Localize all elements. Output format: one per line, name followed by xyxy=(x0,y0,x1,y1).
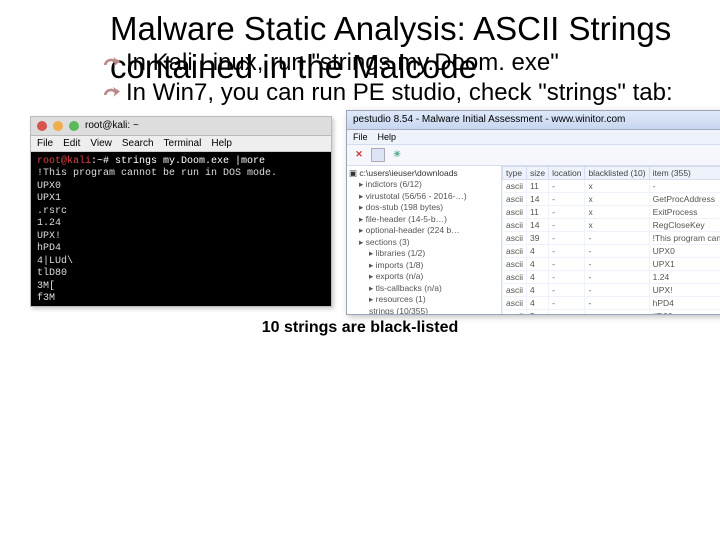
terminal-line: UPX1 xyxy=(37,193,325,206)
col-blacklist[interactable]: blacklisted (10) xyxy=(585,166,649,179)
terminal-line: 4|LUd\ xyxy=(37,256,325,269)
tree-item[interactable]: ▸ resources (1) xyxy=(349,294,499,305)
tree-item[interactable]: ▸ optional-header (224 b… xyxy=(349,225,499,236)
bullet-list: In Kali Linux, run "strings my.Doom. exe… xyxy=(102,48,690,108)
terminal-line: UPX0 xyxy=(37,181,325,194)
pe-path: c:\users\ieuser\downloads xyxy=(359,168,457,178)
menu-terminal[interactable]: Terminal xyxy=(164,138,202,149)
pe-toolbar: ✕ ☀ xyxy=(347,145,720,166)
table-row[interactable]: ascii4--hPD4 xyxy=(503,296,720,309)
refresh-icon[interactable]: ☀ xyxy=(391,149,403,161)
terminal-line: hPD4 xyxy=(37,243,325,256)
tree-item[interactable]: ▸ exports (n/a) xyxy=(349,271,499,282)
tree-item[interactable]: ▸ indictors (6/12) xyxy=(349,179,499,190)
terminal-line: UPX! xyxy=(37,231,325,244)
terminal-output[interactable]: root@kali:~# strings my.Doom.exe |more !… xyxy=(31,152,331,306)
delete-icon[interactable]: ✕ xyxy=(353,149,365,161)
menu-file[interactable]: File xyxy=(37,138,53,149)
table-row[interactable]: ascii11-xExitProcess xyxy=(503,205,720,218)
terminal-line: f3M xyxy=(37,293,325,306)
terminal-line: .rsrc xyxy=(37,206,325,219)
col-size[interactable]: size xyxy=(527,166,549,179)
col-type[interactable]: type xyxy=(503,166,527,179)
menu-help[interactable]: Help xyxy=(211,138,232,149)
minimize-icon[interactable] xyxy=(53,121,63,131)
table-row[interactable]: ascii4--UPX0 xyxy=(503,244,720,257)
pe-menubar: File Help xyxy=(347,130,720,145)
bullet-1: In Kali Linux, run "strings my.Doom. exe… xyxy=(126,49,559,76)
table-row[interactable]: ascii5--tlD80 xyxy=(503,309,720,314)
tree-item[interactable]: ▸ sections (3) xyxy=(349,237,499,248)
pe-titlebar: pestudio 8.54 - Malware Initial Assessme… xyxy=(347,111,720,130)
pe-tree[interactable]: ▣ c:\users\ieuser\downloads ▸ indictors … xyxy=(347,166,502,314)
tree-item[interactable]: ▸ file-header (14-5-b…) xyxy=(349,214,499,225)
terminal-menubar: File Edit View Search Terminal Help xyxy=(31,136,331,152)
terminal-title: root@kali: ~ xyxy=(85,120,139,131)
pe-menu-file[interactable]: File xyxy=(353,132,368,142)
pe-menu-help[interactable]: Help xyxy=(378,132,397,142)
pe-strings-table[interactable]: type size location blacklisted (10) item… xyxy=(502,166,720,314)
menu-edit[interactable]: Edit xyxy=(63,138,80,149)
table-row[interactable]: ascii14-xRegCloseKey xyxy=(503,218,720,231)
pe-title: pestudio 8.54 - Malware Initial Assessme… xyxy=(353,114,625,125)
table-row[interactable]: ascii39--!This program cannot be ru xyxy=(503,231,720,244)
caption: 10 strings are black-listed xyxy=(30,319,690,337)
terminal-titlebar: root@kali: ~ xyxy=(31,117,331,136)
terminal-command: :~# strings my.Doom.exe |more xyxy=(91,156,265,167)
tree-item[interactable]: ▸ libraries (1/2) xyxy=(349,248,499,259)
table-row[interactable]: ascii4--1.24 xyxy=(503,270,720,283)
col-item[interactable]: item (355) xyxy=(649,166,720,179)
tree-item[interactable]: ▸ dos-stub (198 bytes) xyxy=(349,202,499,213)
copy-icon[interactable] xyxy=(371,148,385,162)
close-icon[interactable] xyxy=(37,121,47,131)
table-row[interactable]: ascii14-xGetProcAddress xyxy=(503,192,720,205)
pestudio-window: pestudio 8.54 - Malware Initial Assessme… xyxy=(346,110,720,315)
terminal-line: 1.24 xyxy=(37,218,325,231)
terminal-line: 3M[ xyxy=(37,281,325,294)
table-row[interactable]: ascii4--UPX1 xyxy=(503,257,720,270)
menu-search[interactable]: Search xyxy=(122,138,154,149)
maximize-icon[interactable] xyxy=(69,121,79,131)
terminal-line: tlD80 xyxy=(37,268,325,281)
bullet-2: In Win7, you can run PE studio, check "s… xyxy=(126,79,673,106)
table-row[interactable]: ascii11-x- xyxy=(503,179,720,192)
terminal-prompt: root@kali xyxy=(37,156,91,167)
terminal-line: !This program cannot be run in DOS mode. xyxy=(37,168,325,181)
table-row[interactable]: ascii4--UPX! xyxy=(503,283,720,296)
tree-item[interactable]: ▸ virustotal (56/56 - 2016-…) xyxy=(349,191,499,202)
tree-item[interactable]: ▸ imports (1/8) xyxy=(349,260,499,271)
bullet-arrow-icon xyxy=(102,82,120,112)
col-location[interactable]: location xyxy=(549,166,585,179)
tree-item[interactable]: ▸ tls-callbacks (n/a) xyxy=(349,283,499,294)
kali-terminal-window: root@kali: ~ File Edit View Search Termi… xyxy=(30,116,332,307)
tree-item-strings[interactable]: strings (10/355) xyxy=(369,306,428,314)
menu-view[interactable]: View xyxy=(90,138,112,149)
